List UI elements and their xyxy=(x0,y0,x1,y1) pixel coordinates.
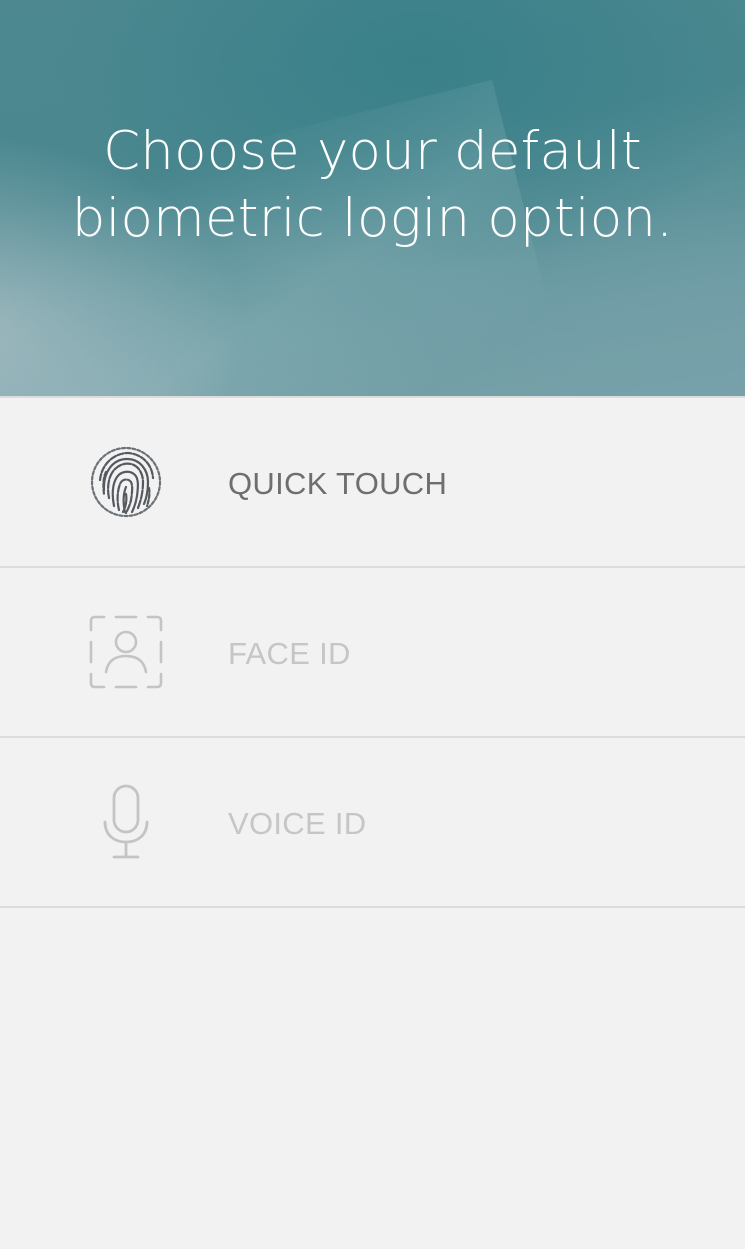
page-title-line-1: Choose your default xyxy=(103,121,642,182)
option-label-quick-touch: QUICK TOUCH xyxy=(228,466,448,501)
microphone-icon xyxy=(86,782,166,862)
option-voice-id[interactable]: VOICE ID xyxy=(0,736,745,908)
option-face-id[interactable]: FACE ID xyxy=(0,566,745,736)
header-banner: Choose your default biometric login opti… xyxy=(0,0,745,396)
option-label-face-id: FACE ID xyxy=(228,636,351,671)
page-title: Choose your default biometric login opti… xyxy=(0,118,745,252)
page-title-line-2: biometric login option. xyxy=(71,188,674,249)
biometric-option-list: QUICK TOUCH FACE ID VOICE ID xyxy=(0,396,745,908)
fingerprint-icon xyxy=(86,442,166,522)
option-label-voice-id: VOICE ID xyxy=(228,806,367,841)
biometric-setup-screen: Choose your default biometric login opti… xyxy=(0,0,745,1249)
option-quick-touch[interactable]: QUICK TOUCH xyxy=(0,396,745,566)
face-id-icon xyxy=(86,612,166,692)
